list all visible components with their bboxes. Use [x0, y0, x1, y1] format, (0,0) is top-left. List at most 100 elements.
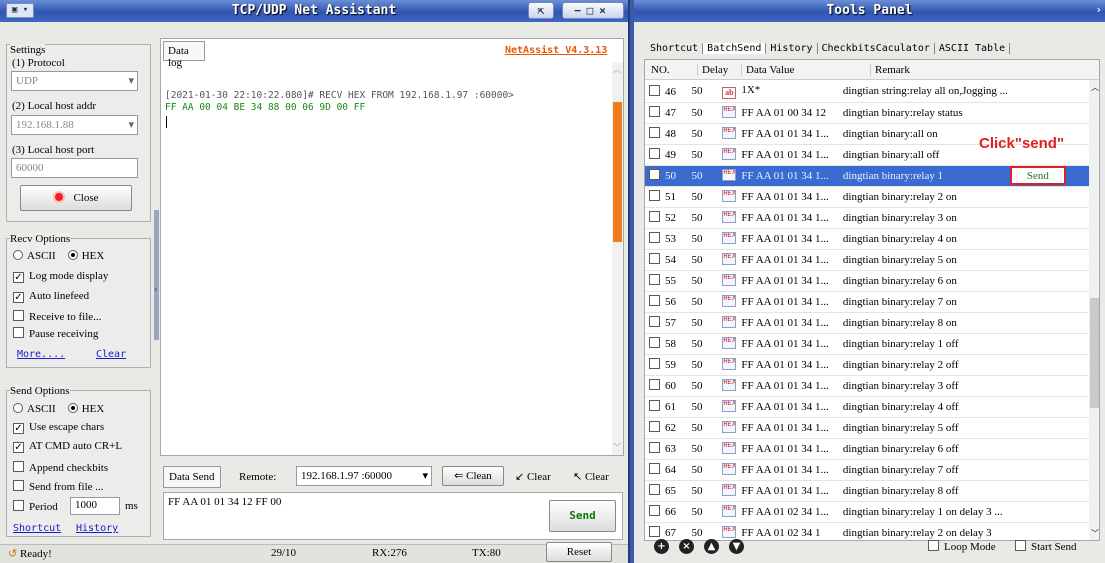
row-delay[interactable]: 50 — [687, 459, 719, 481]
row-remark[interactable]: dingtian binary:relay 1 — [838, 165, 1008, 187]
row-delay[interactable]: 50 — [687, 228, 719, 250]
remove-icon[interactable]: × — [679, 539, 694, 554]
col-no[interactable]: NO. — [651, 64, 670, 76]
row-checkbox[interactable] — [649, 463, 660, 474]
row-remark[interactable]: dingtian binary:relay 1 off — [838, 333, 1008, 355]
row-delay[interactable]: 50 — [687, 123, 719, 145]
row-remark[interactable]: dingtian binary:relay 7 on — [838, 291, 1008, 313]
row-remark[interactable]: dingtian binary:relay 3 off — [838, 375, 1008, 397]
auto-linefeed-checkbox[interactable]: ✓ Auto linefeed — [13, 290, 89, 303]
log-scroll-thumb[interactable] — [613, 102, 622, 242]
row-checkbox[interactable] — [649, 526, 660, 537]
shortcut-link[interactable]: Shortcut — [13, 523, 61, 534]
row-data-value[interactable]: HEX FF AA 01 01 34 1... — [718, 375, 839, 397]
row-data-value[interactable]: HEX FF AA 01 01 34 1... — [718, 417, 839, 439]
row-delay[interactable]: 50 — [687, 102, 719, 124]
row-checkbox[interactable] — [649, 148, 660, 159]
checkbox[interactable] — [928, 540, 939, 551]
move-down-icon[interactable]: ▼ — [729, 539, 744, 554]
remote-select[interactable]: 192.168.1.97 :60000 ▾ — [296, 466, 432, 486]
table-row[interactable]: 57 50 HEX FF AA 01 01 34 1... dingtian binar… — [645, 312, 1090, 334]
checkbox-checked[interactable]: ✓ — [13, 423, 24, 434]
table-row[interactable]: 60 50 HEX FF AA 01 01 34 1... dingtian binar… — [645, 375, 1090, 397]
row-data-value[interactable]: HEX FF AA 01 01 34 1... — [718, 333, 839, 355]
row-data-value[interactable]: HEX FF AA 01 01 34 1... — [718, 249, 839, 271]
row-delay[interactable]: 50 — [687, 249, 719, 271]
table-row[interactable]: 58 50 HEX FF AA 01 01 34 1... dingtian binar… — [645, 333, 1090, 355]
row-data-value[interactable]: HEX FF AA 01 01 34 1... — [718, 228, 839, 250]
row-remark[interactable]: dingtian string:relay all on,Jogging ... — [838, 81, 1008, 103]
tab-checkbits[interactable]: CheckbitsCaculator — [818, 43, 935, 54]
row-delay[interactable]: 50 — [687, 312, 719, 334]
row-data-value[interactable]: HEX FF AA 01 01 34 1... — [718, 270, 839, 292]
row-checkbox[interactable] — [649, 316, 660, 327]
checkbox[interactable] — [13, 461, 24, 472]
row-remark[interactable]: dingtian binary:relay 4 on — [838, 228, 1008, 250]
send-button[interactable]: Send — [549, 500, 616, 532]
row-remark[interactable]: dingtian binary:relay 2 on — [838, 186, 1008, 208]
table-scrollbar[interactable]: ︿ ﹀ — [1089, 80, 1099, 540]
row-checkbox[interactable] — [649, 106, 660, 117]
table-row[interactable]: 52 50 HEX FF AA 01 01 34 1... dingtian binar… — [645, 207, 1090, 229]
scroll-down-icon[interactable]: ﹀ — [1091, 528, 1099, 539]
pause-checkbox[interactable]: Pause receiving — [13, 327, 98, 340]
row-data-value[interactable]: HEX FF AA 01 01 34 1... — [718, 459, 839, 481]
row-data-value[interactable]: HEX FF AA 01 01 34 1... — [718, 186, 839, 208]
checkbox-checked[interactable]: ✓ — [13, 272, 24, 283]
row-remark[interactable]: dingtian binary:relay 3 on — [838, 207, 1008, 229]
tools-title-bar[interactable]: Tools Panel › — [634, 0, 1105, 22]
row-delay[interactable]: 50 — [687, 522, 719, 540]
table-row[interactable]: 56 50 HEX FF AA 01 01 34 1... dingtian binar… — [645, 291, 1090, 313]
send-ascii-radio[interactable] — [13, 403, 23, 413]
at-cmd-checkbox[interactable]: ✓ AT CMD auto CR+L — [13, 440, 122, 453]
row-data-value[interactable]: HEX FF AA 01 01 34 1... — [718, 438, 839, 460]
row-data-value[interactable]: ab 1X* — [718, 81, 839, 103]
scroll-up-icon[interactable]: ︿ — [613, 64, 621, 75]
row-data-value[interactable]: HEX FF AA 01 01 34 1... — [718, 291, 839, 313]
recv-format[interactable]: ASCII HEX — [13, 250, 104, 262]
row-data-value[interactable]: HEX FF AA 01 01 34 1... — [718, 480, 839, 502]
row-delay[interactable]: 50 — [687, 396, 719, 418]
send-format[interactable]: ASCII HEX — [13, 403, 104, 415]
protocol-select[interactable]: UDP ▾ — [11, 71, 138, 91]
table-row[interactable]: 64 50 HEX FF AA 01 01 34 1... dingtian binar… — [645, 459, 1090, 481]
tab-history[interactable]: History — [766, 43, 818, 54]
row-data-value[interactable]: HEX FF AA 01 01 34 1... — [718, 396, 839, 418]
tab-shortcut[interactable]: Shortcut — [646, 43, 704, 54]
row-delay[interactable]: 50 — [687, 270, 719, 292]
window-controls[interactable]: −□× — [562, 2, 624, 19]
row-data-value[interactable]: HEX FF AA 01 01 34 1... — [718, 123, 839, 145]
history-link[interactable]: History — [76, 523, 118, 534]
col-remark[interactable]: Remark — [870, 64, 1044, 76]
row-send-button[interactable]: Send — [1009, 166, 1066, 185]
row-delay[interactable]: 50 — [687, 144, 719, 166]
scroll-down-icon[interactable]: ﹀ — [613, 442, 621, 453]
row-data-value[interactable]: HEX FF AA 01 02 34 1... — [718, 501, 839, 523]
send-file-checkbox[interactable]: Send from file ... — [13, 480, 104, 493]
checkbox-checked[interactable]: ✓ — [13, 442, 24, 453]
table-scroll-thumb[interactable] — [1090, 298, 1099, 408]
clean-button[interactable]: ⇐ Clean — [442, 466, 504, 486]
row-checkbox[interactable] — [649, 505, 660, 516]
row-remark[interactable]: dingtian binary:relay status — [838, 102, 1008, 124]
recv-ascii-radio[interactable] — [13, 250, 23, 260]
row-delay[interactable]: 50 — [687, 375, 719, 397]
expand-icon[interactable]: › — [1095, 3, 1102, 16]
checkbox[interactable] — [1015, 540, 1026, 551]
loop-mode-checkbox[interactable]: Loop Mode — [928, 540, 996, 553]
row-remark[interactable]: dingtian binary:relay 5 off — [838, 417, 1008, 439]
row-checkbox[interactable] — [649, 421, 660, 432]
checkbox-checked[interactable]: ✓ — [13, 292, 24, 303]
row-checkbox[interactable] — [649, 400, 660, 411]
host-addr-select[interactable]: 192.168.1.88 ▾ — [11, 115, 138, 135]
table-row[interactable]: 46 50 ab 1X* dingtian string:relay all on,Jo… — [645, 81, 1090, 103]
recv-clear-link[interactable]: Clear — [96, 349, 126, 360]
pin-icon[interactable]: ⇱ — [528, 2, 554, 19]
log-mode-checkbox[interactable]: ✓ Log mode display — [13, 270, 108, 283]
table-row[interactable]: 62 50 HEX FF AA 01 01 34 1... dingtian binar… — [645, 417, 1090, 439]
row-checkbox[interactable] — [649, 358, 660, 369]
row-remark[interactable]: dingtian binary:relay 2 off — [838, 354, 1008, 376]
row-remark[interactable]: dingtian binary:relay 5 on — [838, 249, 1008, 271]
log-scrollbar[interactable]: ︿ ﹀ — [612, 62, 623, 455]
move-up-icon[interactable]: ▲ — [704, 539, 719, 554]
